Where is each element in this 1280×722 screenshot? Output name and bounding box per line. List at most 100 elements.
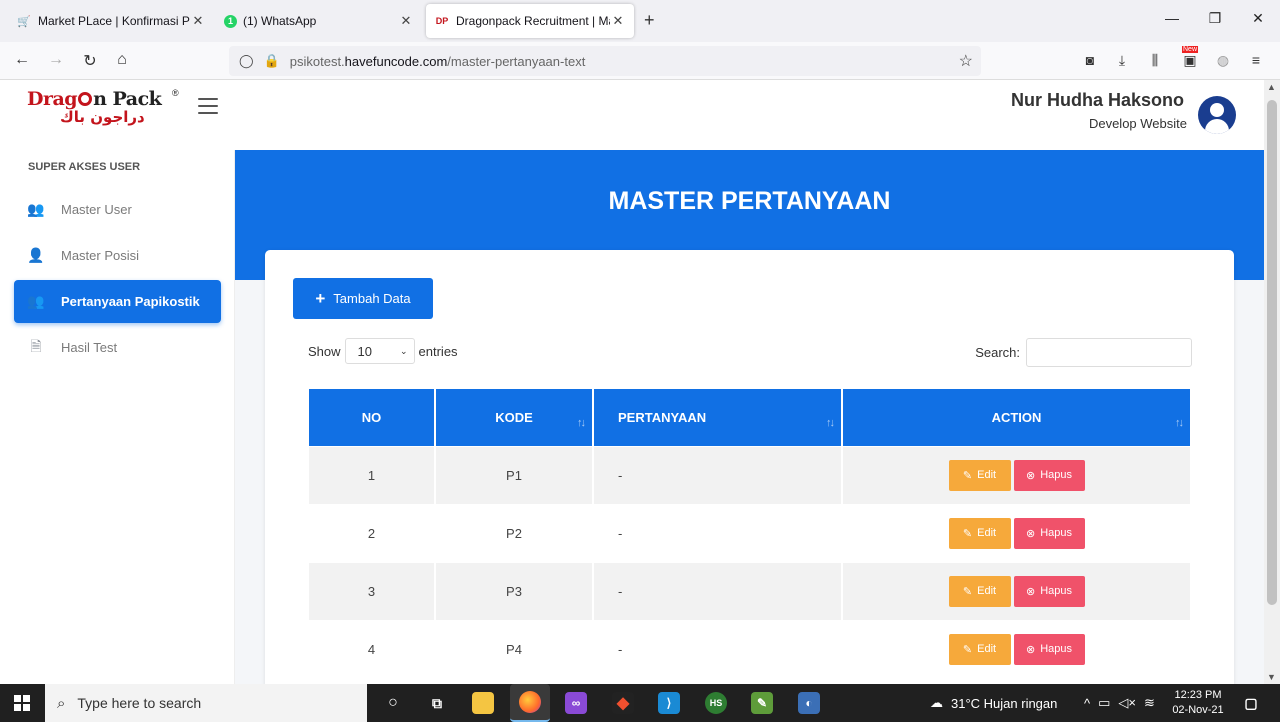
library-icon[interactable]: ⫼ bbox=[1145, 52, 1165, 69]
close-tab-icon[interactable]: ✕ bbox=[610, 13, 626, 29]
search-input[interactable] bbox=[1026, 338, 1192, 367]
new-tab-icon[interactable]: + bbox=[644, 10, 655, 31]
edit-label: Edit bbox=[977, 527, 997, 539]
hamburger-menu-icon[interactable] bbox=[198, 98, 218, 114]
close-circle-icon: ⊗ bbox=[1025, 585, 1036, 598]
globe-icon[interactable]: ◍ bbox=[1213, 52, 1233, 69]
column-header-no[interactable]: NO bbox=[309, 389, 436, 446]
header-label: NO bbox=[361, 409, 382, 425]
browser-tab-marketplace[interactable]: 🛒 Market PLace | Konfirmasi Pemb ✕ bbox=[8, 4, 214, 38]
back-icon[interactable]: ← bbox=[12, 51, 32, 69]
sidebar-item-hasil-test[interactable]: 🗎 Hasil Test bbox=[14, 326, 221, 369]
notepad-icon[interactable]: ✎ bbox=[751, 692, 773, 714]
entries-value: 10 bbox=[357, 343, 372, 359]
cell-action: ✎ Edit ⊗ Hapus bbox=[842, 619, 1190, 678]
column-header-pertanyaan[interactable]: PERTANYAAN ↑↓ bbox=[593, 389, 843, 446]
delete-label: Hapus bbox=[1040, 585, 1072, 597]
delete-button[interactable]: ⊗ Hapus bbox=[1013, 633, 1085, 665]
page-scrollbar[interactable]: ▲ ▼ bbox=[1264, 80, 1280, 684]
table-row: 2 P2 - ✎ Edit ⊗ Hapus bbox=[309, 503, 1190, 562]
edit-icon: ✎ bbox=[962, 585, 973, 598]
download-icon[interactable]: ⤓ bbox=[1112, 52, 1132, 69]
delete-button[interactable]: ⊗ Hapus bbox=[1013, 459, 1085, 491]
entries-label: entries bbox=[418, 343, 458, 359]
edit-label: Edit bbox=[977, 643, 997, 656]
sidebar-item-label: Master Posisi bbox=[61, 248, 140, 263]
heidisql-icon[interactable]: HS bbox=[705, 692, 727, 714]
close-tab-icon[interactable]: ✕ bbox=[190, 13, 206, 29]
sidebar-item-pertanyaan-papikostik[interactable]: 👥 Pertanyaan Papikostik bbox=[14, 280, 221, 323]
bookmark-star-icon[interactable]: ☆ bbox=[959, 51, 973, 71]
reload-icon[interactable]: ↻ bbox=[80, 51, 100, 71]
vscode-icon[interactable]: ⟩ bbox=[658, 692, 680, 714]
sidebar-item-master-posisi[interactable]: 👤 Master Posisi bbox=[14, 234, 221, 277]
minimize-icon[interactable]: — bbox=[1162, 10, 1182, 26]
paint-icon[interactable]: ◐ bbox=[798, 692, 820, 714]
app-header: Drag n Pack دراجون باك ® Nur Hudha Hakson… bbox=[0, 80, 1264, 150]
edit-button[interactable]: ✎ Edit bbox=[948, 575, 1011, 607]
restore-icon[interactable]: ❐ bbox=[1205, 10, 1225, 27]
file-explorer-icon[interactable] bbox=[472, 692, 494, 714]
wifi-icon[interactable]: ≋ bbox=[1144, 695, 1155, 711]
git-icon[interactable]: ◆ bbox=[612, 692, 634, 714]
close-tab-icon[interactable]: ✕ bbox=[398, 13, 414, 29]
taskbar-search-box[interactable]: ⌕ Type here to search bbox=[45, 684, 367, 722]
tab-label: (1) WhatsApp bbox=[243, 14, 317, 28]
browser-tab-dragonpack[interactable]: DP Dragonpack Recruitment | Mast ✕ bbox=[426, 4, 634, 38]
firefox-icon[interactable] bbox=[510, 684, 550, 722]
browser-tab-whatsapp[interactable]: 1 (1) WhatsApp ✕ bbox=[216, 4, 422, 38]
scrollbar-thumb[interactable] bbox=[1267, 100, 1277, 605]
scroll-down-icon[interactable]: ▼ bbox=[1267, 672, 1276, 682]
taskbar-search-placeholder: Type here to search bbox=[77, 695, 202, 711]
sidebar-item-master-user[interactable]: 👥 Master User bbox=[14, 188, 221, 231]
forward-icon[interactable]: → bbox=[46, 51, 66, 69]
notification-icon[interactable]: ▢ bbox=[1240, 692, 1262, 714]
scroll-up-icon[interactable]: ▲ bbox=[1267, 82, 1276, 92]
menu-icon[interactable]: ≡ bbox=[1246, 52, 1266, 68]
sidebar-item-label: Master User bbox=[61, 202, 132, 217]
volume-icon[interactable]: ◁× bbox=[1118, 695, 1136, 711]
column-header-kode[interactable]: KODE ↑↓ bbox=[435, 389, 594, 446]
extension-new-icon[interactable]: New ▣ bbox=[1180, 46, 1200, 69]
chevron-up-icon[interactable]: ^ bbox=[1084, 696, 1090, 711]
cell-pertanyaan: - bbox=[593, 561, 843, 620]
edit-button[interactable]: ✎ Edit bbox=[948, 459, 1011, 491]
delete-button[interactable]: ⊗ Hapus bbox=[1013, 575, 1085, 607]
url-path: /master-pertanyaan-text bbox=[447, 53, 586, 69]
sort-icon: ↑↓ bbox=[1175, 417, 1184, 429]
delete-button[interactable]: ⊗ Hapus bbox=[1013, 517, 1085, 549]
clock-date: 02-Nov-21 bbox=[1172, 704, 1224, 716]
url-bar[interactable]: ◯ 🔒 psikotest. havefuncode.com/master-per… bbox=[229, 46, 981, 76]
column-header-action[interactable]: ACTION ↑↓ bbox=[842, 389, 1190, 446]
visual-studio-icon[interactable]: ∞ bbox=[565, 692, 587, 714]
header-label: ACTION bbox=[991, 409, 1042, 425]
edit-button[interactable]: ✎ Edit bbox=[948, 633, 1011, 665]
taskbar-clock[interactable]: 12:23 PM 02-Nov-21 bbox=[1170, 688, 1226, 718]
logo-ring bbox=[78, 92, 93, 106]
cortana-icon[interactable]: ○ bbox=[382, 692, 404, 714]
home-icon[interactable]: ⌂ bbox=[112, 51, 132, 69]
add-data-button[interactable]: + Tambah Data bbox=[293, 278, 433, 319]
windows-start-icon[interactable] bbox=[14, 695, 30, 711]
avatar[interactable] bbox=[1198, 96, 1236, 134]
sidebar-section-title: SUPER AKSES USER bbox=[28, 161, 141, 173]
dragonpack-icon: DP bbox=[435, 16, 449, 26]
battery-icon[interactable]: ▭ bbox=[1098, 695, 1110, 711]
whatsapp-icon: 1 bbox=[224, 14, 237, 28]
pocket-icon[interactable]: ◙ bbox=[1080, 52, 1100, 68]
cell-no: 1 bbox=[309, 445, 436, 504]
sidebar-item-label: Hasil Test bbox=[61, 340, 118, 355]
delete-label: Hapus bbox=[1040, 527, 1072, 539]
lock-icon[interactable]: 🔒 bbox=[264, 53, 280, 69]
dragonpack-logo[interactable]: Drag n Pack دراجون باك ® bbox=[27, 88, 182, 130]
close-window-icon[interactable]: ✕ bbox=[1248, 10, 1268, 27]
cell-pertanyaan: - bbox=[593, 619, 843, 678]
shield-icon[interactable]: ◯ bbox=[239, 53, 254, 69]
entries-select[interactable]: 10 ⌄ bbox=[344, 338, 415, 364]
cart-icon: 🛒 bbox=[17, 15, 31, 28]
plus-icon: + bbox=[315, 288, 326, 308]
browser-tab-bar: 🛒 Market PLace | Konfirmasi Pemb ✕ 1 (1)… bbox=[0, 0, 1280, 42]
weather-widget[interactable]: ☁ 31°C Hujan ringan bbox=[930, 684, 1057, 722]
edit-button[interactable]: ✎ Edit bbox=[948, 517, 1011, 549]
task-view-icon[interactable]: ⧉ bbox=[426, 692, 448, 714]
